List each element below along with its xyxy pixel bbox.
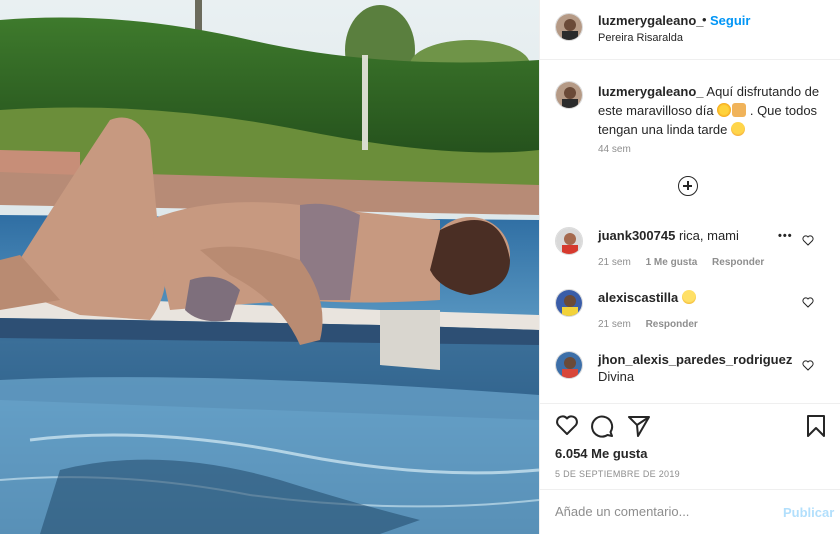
pool-photo-illustration — [0, 0, 539, 534]
share-button[interactable] — [627, 414, 651, 438]
commenter-avatar-image — [556, 352, 582, 378]
comment-meta: 21 sem 1 Me gusta Responder — [598, 257, 776, 268]
publish-button[interactable]: Publicar — [783, 505, 834, 520]
likes-count[interactable]: 6.054 Me gusta — [555, 446, 648, 461]
comment-item: alexiscastilla 21 sem Responder — [555, 289, 830, 337]
caption-text: luzmerygaleano_ Aquí disfrutando de este… — [598, 82, 830, 139]
like-button[interactable] — [555, 414, 579, 436]
praying-hands-emoji — [732, 103, 747, 117]
commenter-avatar-image — [556, 290, 582, 316]
comment-username[interactable]: juank300745 — [598, 228, 675, 243]
post-date[interactable]: 5 DE SEPTIEMBRE DE 2019 — [555, 469, 680, 479]
share-icon — [628, 416, 650, 437]
comment-like-button[interactable] — [802, 297, 814, 308]
heart-icon — [802, 297, 814, 308]
comment-timestamp[interactable]: 21 sem — [598, 319, 631, 330]
bookmark-icon — [807, 415, 825, 437]
avatar[interactable] — [555, 81, 583, 109]
comment-timestamp[interactable]: 21 sem — [598, 257, 631, 268]
caption-timestamp[interactable]: 44 sem — [598, 144, 631, 155]
heart-icon — [802, 360, 814, 371]
save-button[interactable] — [806, 414, 826, 438]
comment-item: juank300745 rica, mami ••• 21 sem 1 Me g… — [555, 227, 830, 275]
header-separator: • — [702, 12, 707, 27]
caption-username[interactable]: luzmerygaleano_ — [598, 84, 704, 99]
follow-button[interactable]: Seguir — [710, 13, 750, 28]
sun-emoji — [717, 103, 732, 117]
smiling-face-emoji — [681, 290, 696, 304]
avatar[interactable] — [555, 289, 583, 317]
avatar[interactable] — [555, 351, 583, 379]
post-side-panel: luzmerygaleano_ • Seguir Pereira Risaral… — [539, 0, 840, 534]
hug-emoji — [731, 122, 745, 136]
post-actions: 6.054 Me gusta 5 DE SEPTIEMBRE DE 2019 P… — [540, 403, 840, 533]
comment-like-button[interactable] — [802, 360, 814, 371]
comment-body: Divina — [598, 369, 635, 384]
comment-options-button[interactable]: ••• — [778, 230, 793, 242]
add-comment-bar: Publicar — [540, 489, 840, 534]
load-more-comments-button[interactable] — [678, 176, 698, 196]
reply-button[interactable]: Responder — [712, 257, 764, 268]
reply-button[interactable]: Responder — [646, 319, 698, 330]
instagram-post: luzmerygaleano_ • Seguir Pereira Risaral… — [0, 0, 840, 534]
comment-icon — [591, 415, 614, 438]
comment-input[interactable] — [555, 504, 770, 519]
comment-username[interactable]: jhon_alexis_paredes_rodriguez — [598, 351, 798, 368]
heart-icon — [802, 235, 814, 246]
comment-button[interactable] — [590, 414, 614, 438]
comment-like-button[interactable] — [802, 235, 814, 246]
comment-item: jhon_alexis_paredes_rodriguez Divina — [555, 351, 830, 399]
comment-text: jhon_alexis_paredes_rodriguez Divina — [598, 351, 798, 385]
heart-icon — [556, 415, 578, 435]
avatar[interactable] — [555, 13, 583, 41]
header-location[interactable]: Pereira Risaralda — [598, 32, 683, 44]
avatar[interactable] — [555, 227, 583, 255]
comment-username[interactable]: alexiscastilla — [598, 290, 678, 305]
commenter-avatar-image — [556, 228, 582, 254]
header-username[interactable]: luzmerygaleano_ — [598, 13, 704, 28]
user-avatar-image — [556, 14, 582, 40]
user-avatar-image — [556, 82, 582, 108]
comment-likes[interactable]: 1 Me gusta — [646, 257, 698, 268]
comment-body: rica, mami — [675, 228, 739, 243]
comment-text: alexiscastilla — [598, 289, 788, 306]
post-header: luzmerygaleano_ • Seguir Pereira Risaral… — [540, 0, 840, 60]
comment-text: juank300745 rica, mami — [598, 227, 788, 244]
post-photo[interactable] — [0, 0, 539, 534]
comment-meta: 21 sem Responder — [598, 319, 710, 330]
